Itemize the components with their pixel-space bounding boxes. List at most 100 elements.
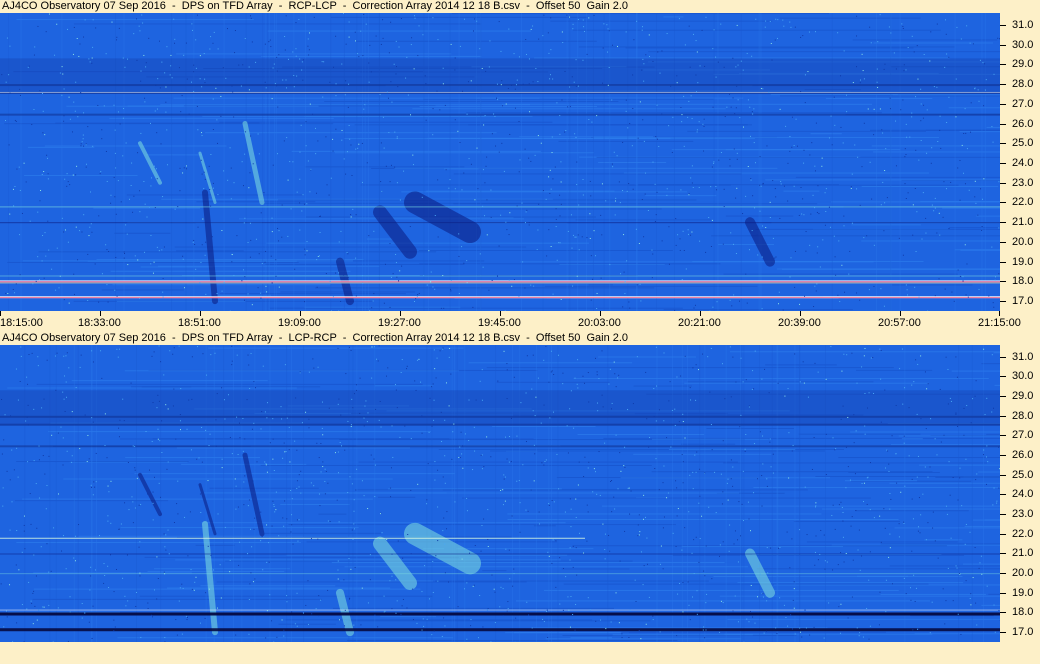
noise-pixel (856, 292, 858, 294)
noise-pixel (497, 380, 499, 382)
noise-pixel (66, 173, 68, 175)
noise-pixel (653, 388, 655, 390)
noise-pixel (802, 198, 804, 200)
noise-pixel (355, 384, 357, 386)
noise-pixel (821, 165, 823, 167)
noise-pixel (352, 208, 354, 210)
noise-pixel (396, 136, 398, 138)
noise-pixel (723, 206, 725, 208)
noise-pixel (61, 550, 63, 552)
noise-pixel (179, 420, 181, 422)
noise-pixel (142, 22, 144, 24)
noise-pixel (623, 234, 625, 236)
noise-pixel (272, 458, 274, 460)
noise-pixel (559, 603, 561, 605)
noise-pixel (377, 626, 379, 628)
noise-pixel (270, 255, 272, 257)
noise-pixel (766, 485, 768, 487)
noise-pixel (469, 552, 471, 554)
noise-pixel (553, 373, 555, 375)
noise-pixel (253, 528, 255, 530)
noise-pixel (257, 133, 259, 135)
noise-pixel (210, 555, 212, 557)
noise-pixel (814, 170, 816, 172)
noise-pixel (15, 283, 17, 285)
texture-column (428, 13, 430, 311)
noise-pixel (378, 419, 380, 421)
noise-pixel (363, 425, 365, 427)
noise-pixel (407, 533, 409, 535)
noise-pixel (502, 615, 504, 617)
noise-pixel (197, 226, 199, 228)
noise-pixel (308, 427, 310, 429)
noise-pixel (193, 589, 195, 591)
noise-pixel (239, 437, 241, 439)
noise-pixel (66, 185, 68, 187)
noise-pixel (991, 354, 993, 356)
noise-pixel (329, 521, 331, 523)
noise-pixel (301, 69, 303, 71)
noise-pixel (308, 418, 310, 420)
noise-pixel (993, 73, 995, 75)
noise-pixel (271, 525, 273, 527)
noise-pixel (365, 23, 367, 25)
noise-pixel (151, 355, 153, 357)
noise-pixel (355, 295, 357, 297)
noise-pixel (114, 152, 116, 154)
noise-pixel (21, 604, 23, 606)
noise-pixel (437, 469, 439, 471)
noise-pixel (247, 293, 249, 295)
rfi-line (0, 297, 1000, 299)
noise-pixel (278, 535, 280, 537)
y-tick-label: 17.0 (1012, 295, 1034, 308)
noise-pixel (0, 583, 2, 585)
noise-pixel (276, 70, 278, 72)
noise-pixel (390, 487, 392, 489)
texture-streak (482, 570, 507, 572)
texture-column (115, 13, 117, 311)
noise-pixel (18, 569, 20, 571)
noise-pixel (956, 114, 958, 116)
noise-pixel (352, 538, 354, 540)
noise-pixel (27, 461, 29, 463)
noise-pixel (395, 253, 397, 255)
noise-pixel (329, 280, 331, 282)
x-tick (800, 311, 801, 316)
noise-pixel (450, 373, 452, 375)
noise-pixel (118, 436, 120, 438)
noise-pixel (904, 148, 906, 150)
noise-pixel (918, 296, 920, 298)
noise-pixel (961, 505, 963, 507)
noise-pixel (716, 301, 718, 303)
noise-pixel (676, 75, 678, 77)
noise-pixel (458, 233, 460, 235)
noise-pixel (863, 482, 865, 484)
noise-pixel (578, 249, 580, 251)
noise-pixel (260, 292, 262, 294)
noise-pixel (205, 429, 207, 431)
noise-pixel (353, 624, 355, 626)
noise-pixel (606, 24, 608, 26)
noise-pixel (138, 504, 140, 506)
noise-pixel (39, 90, 41, 92)
noise-pixel (644, 516, 646, 518)
noise-pixel (537, 81, 539, 83)
noise-pixel (479, 253, 481, 255)
noise-pixel (821, 157, 823, 159)
noise-pixel (744, 450, 746, 452)
noise-pixel (283, 140, 285, 142)
texture-column (232, 345, 234, 642)
noise-pixel (838, 606, 840, 608)
noise-pixel (532, 354, 534, 356)
noise-pixel (629, 513, 631, 515)
noise-pixel (762, 596, 764, 598)
noise-pixel (636, 356, 638, 358)
noise-pixel (694, 304, 696, 306)
noise-pixel (26, 376, 28, 378)
noise-pixel (153, 351, 155, 353)
noise-pixel (297, 540, 299, 542)
noise-pixel (266, 291, 268, 293)
noise-pixel (920, 88, 922, 90)
noise-pixel (949, 397, 951, 399)
noise-pixel (831, 514, 833, 516)
